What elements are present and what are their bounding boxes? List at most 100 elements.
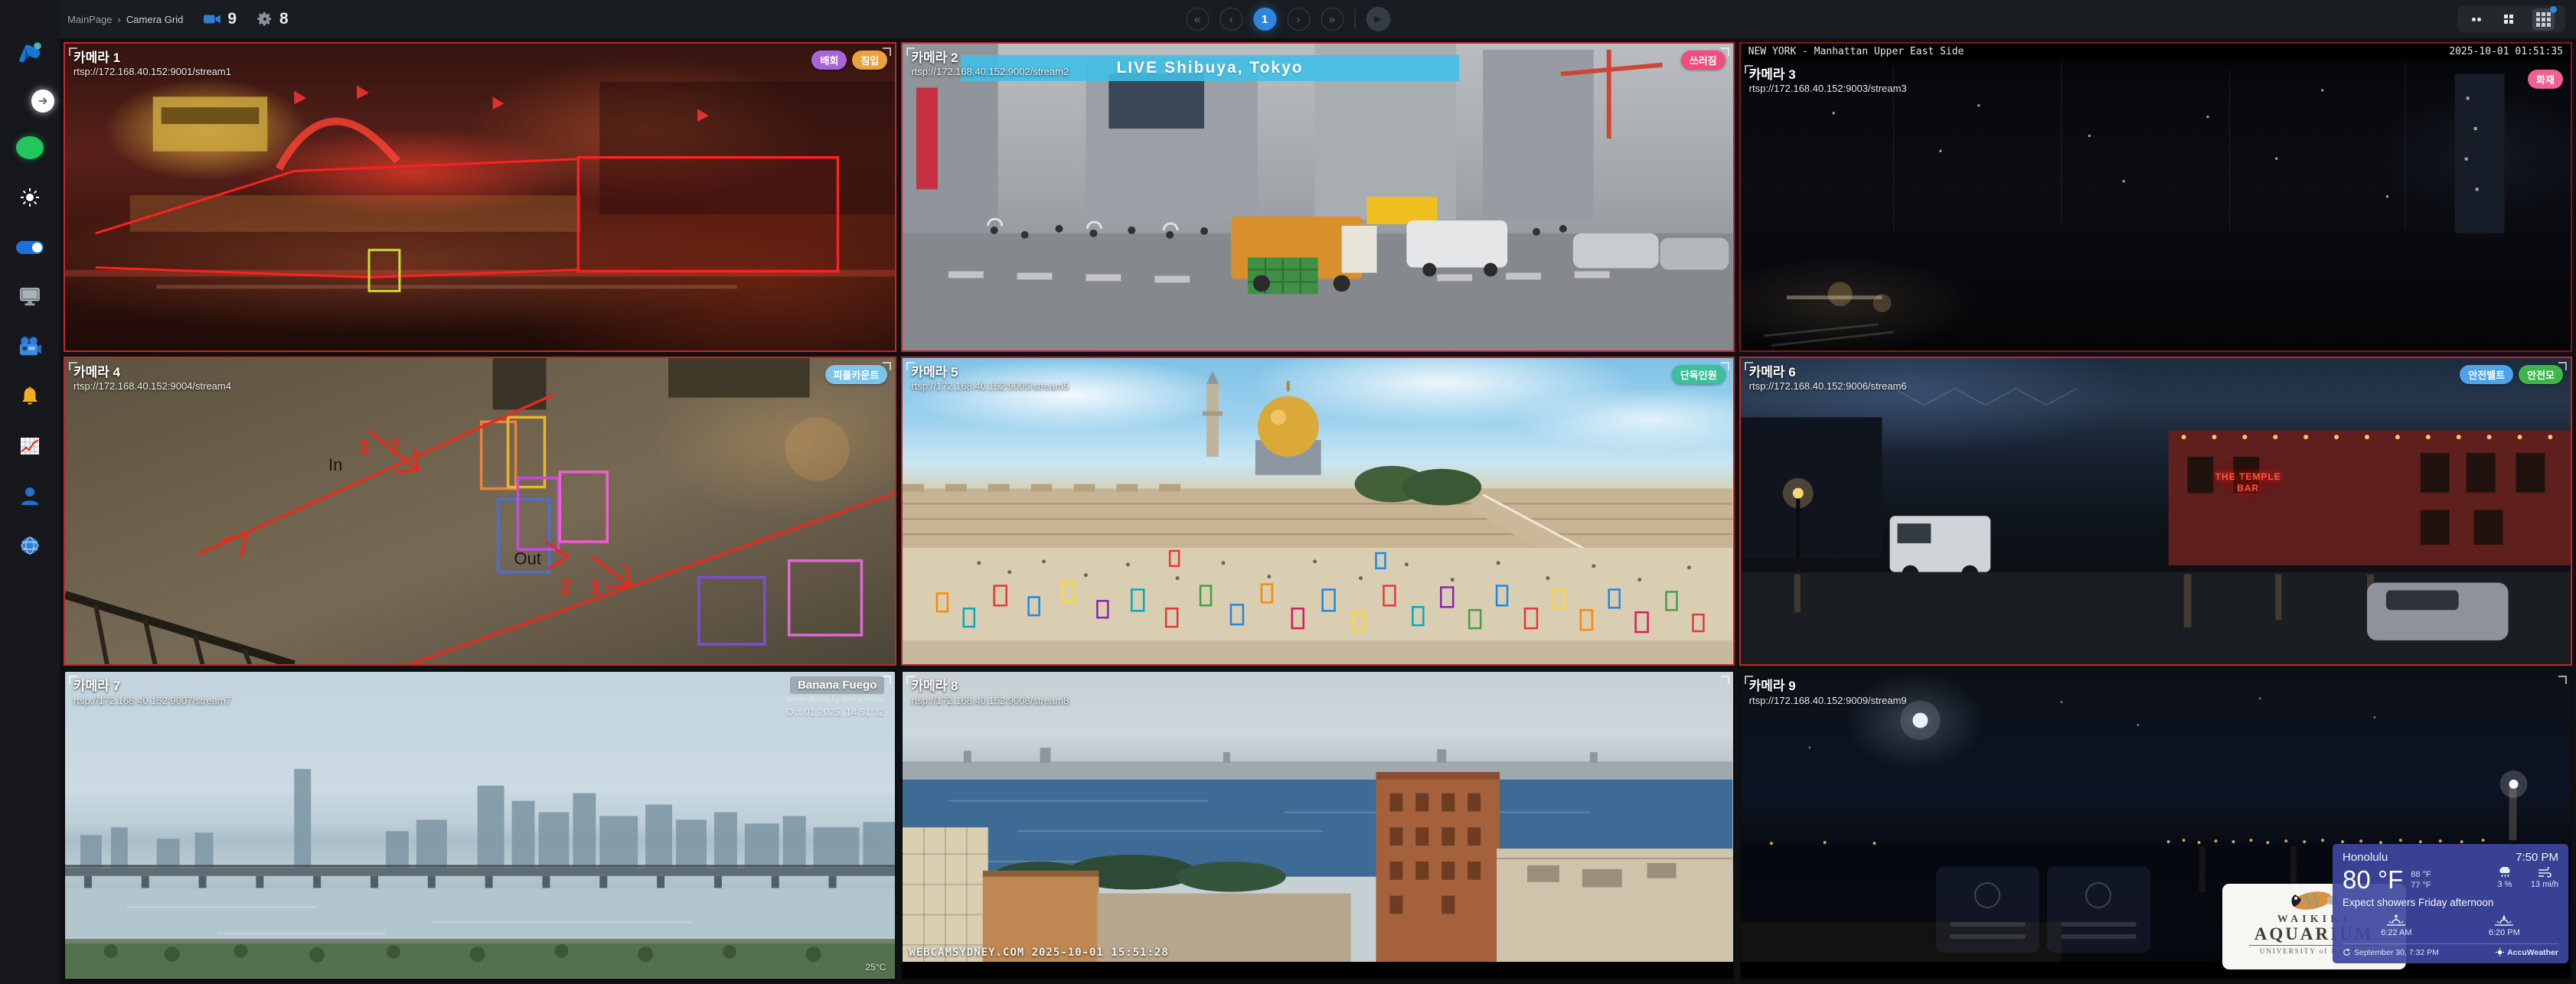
sidebar-item-analytics[interactable] bbox=[15, 432, 44, 461]
movie-camera-icon bbox=[18, 336, 42, 357]
weather-updated: September 30, 7:32 PM bbox=[2354, 948, 2439, 957]
pagination-page-1[interactable]: 1 bbox=[1253, 8, 1276, 31]
temperature-overlay: 25°C bbox=[866, 962, 886, 973]
sidebar-item-network[interactable] bbox=[15, 531, 44, 560]
badge-people-count: 피플카운트 bbox=[825, 365, 888, 384]
camera-2-header: 카메라 2 rtsp://172.168.40.152:9002/stream2 bbox=[911, 50, 1069, 77]
stream-subtitle: StreamBeats by Harris Heller bbox=[785, 696, 884, 704]
pagination-autoplay-button[interactable]: ▶ bbox=[1366, 7, 1390, 31]
camera-1-header: 카메라 1 rtsp://172.168.40.152:9001/stream1 bbox=[73, 50, 231, 77]
camera-name: 카메라 7 bbox=[73, 678, 231, 694]
weather-high: 88 °F bbox=[2411, 870, 2431, 879]
camera-6-annotations bbox=[1741, 358, 2571, 665]
layout-2x2-button[interactable] bbox=[2500, 11, 2517, 28]
breadcrumb-separator: › bbox=[118, 14, 121, 25]
sidebar-item-monitor[interactable] bbox=[15, 282, 44, 311]
camera-3-header: 카메라 3 rtsp://172.168.40.152:9003/stream3 bbox=[1749, 67, 1907, 94]
corner-mark bbox=[1721, 676, 1729, 684]
breadcrumb-current: Camera Grid bbox=[126, 14, 183, 25]
video-camera-icon bbox=[203, 11, 221, 27]
webcam-watermark: WEBCAMSYDNEY.COM 2025-10-01 15:51:28 bbox=[909, 947, 1168, 959]
camera-name: 카메라 1 bbox=[73, 50, 231, 66]
weather-source: AccuWeather bbox=[2507, 948, 2558, 957]
sidebar-item-users[interactable] bbox=[15, 481, 44, 510]
camera-tile-8[interactable]: WEBCAMSYDNEY.COM 2025-10-01 15:51:28 카메라… bbox=[901, 670, 1734, 980]
camera-url: rtsp://172.168.40.152:9006/stream6 bbox=[1749, 380, 1907, 392]
badge-fall-detection: 쓰러짐 bbox=[1681, 51, 1725, 70]
badge-loitering: 배회 bbox=[811, 51, 847, 70]
weather-city: Honolulu bbox=[2343, 851, 2388, 864]
camera-9-header: 카메라 9 rtsp://172.168.40.152:9009/stream9 bbox=[1749, 678, 1907, 705]
weather-sunset: 6:20 PM bbox=[2489, 928, 2520, 937]
breadcrumb: MainPage › Camera Grid bbox=[67, 14, 183, 25]
neon-sign: THE TEMPLE BAR bbox=[2214, 471, 2283, 495]
camera-tile-1[interactable]: 카메라 1 rtsp://172.168.40.152:9001/stream1… bbox=[64, 42, 896, 352]
weather-low: 77 °F bbox=[2411, 881, 2431, 890]
toggle-switch-on bbox=[16, 241, 44, 254]
moon-phase-icon bbox=[2085, 882, 2111, 908]
letterbox-bar bbox=[1741, 962, 2571, 979]
wind-icon bbox=[2537, 867, 2552, 878]
camera-tile-2[interactable]: LIVE Shibuya, Tokyo 카메라 2 rtsp://172.168… bbox=[901, 42, 1734, 352]
sidebar-item-alerts[interactable] bbox=[15, 382, 44, 411]
sidebar-expand-button[interactable] bbox=[31, 90, 54, 112]
stream-toggle[interactable] bbox=[15, 233, 44, 262]
camera-tile-9[interactable]: WAIKIKI AQUARIUM UNIVERSITY of HAWAI'I H… bbox=[1739, 670, 2572, 980]
weather-temp: 80 °F bbox=[2343, 867, 2403, 892]
pagination-next-button[interactable]: › bbox=[1287, 8, 1310, 31]
camera-5-annotations bbox=[903, 358, 1732, 665]
pagination-last-button[interactable]: » bbox=[1321, 8, 1344, 31]
camera-4-header: 카메라 4 rtsp://172.168.40.152:9004/stream4 bbox=[73, 364, 231, 392]
pagination-prev-button[interactable]: ‹ bbox=[1219, 8, 1242, 31]
osd-timestamp: 2025-10-01 01:51:35 bbox=[2449, 46, 2563, 57]
camera-tile-7[interactable]: Banana Fuego StreamBeats by Harris Helle… bbox=[64, 670, 896, 980]
weather-precip: 3 % bbox=[2497, 880, 2512, 889]
corner-mark bbox=[2558, 676, 2567, 684]
layout-1x2-button[interactable] bbox=[2468, 14, 2485, 25]
camera-name: 카메라 3 bbox=[1749, 67, 1907, 83]
letterbox-bar bbox=[903, 962, 1732, 979]
sun-icon bbox=[20, 187, 40, 207]
layout-3x3-button[interactable] bbox=[2532, 8, 2555, 31]
pagination: « ‹ 1 › » ▶ bbox=[1186, 0, 1390, 38]
weather-sunrise: 6:22 AM bbox=[2381, 928, 2411, 937]
camera-3-osd: NEW YORK - Manhattan Upper East Side 202… bbox=[1741, 44, 2571, 60]
stream-title: Banana Fuego bbox=[790, 676, 884, 694]
camera-url: rtsp://172.168.40.152:9007/stream7 bbox=[73, 695, 231, 706]
sunset-icon bbox=[2494, 914, 2514, 926]
camera-name: 카메라 6 bbox=[1749, 364, 1907, 380]
rain-icon bbox=[2497, 867, 2512, 878]
camera-url: rtsp://172.168.40.152:9009/stream9 bbox=[1749, 695, 1907, 706]
weather-local-time: 7:50 PM bbox=[2516, 851, 2558, 864]
monitor-icon bbox=[18, 286, 41, 308]
camera-tile-5[interactable]: 카메라 5 rtsp://172.168.40.152:9005/stream5… bbox=[901, 357, 1734, 666]
faint-overlay-widget-2 bbox=[2047, 867, 2150, 953]
camera-url: rtsp://172.168.40.152:9002/stream2 bbox=[911, 66, 1069, 77]
camera-url: rtsp://172.168.40.152:9003/stream3 bbox=[1749, 83, 1907, 94]
theme-toggle-button[interactable] bbox=[15, 183, 44, 212]
camera-tile-6[interactable]: THE TEMPLE BAR 카메라 6 rtsp://172.168.40.1… bbox=[1739, 357, 2572, 666]
weather-wind: 13 mi/h bbox=[2531, 880, 2558, 889]
count-in-label: In bbox=[328, 455, 342, 474]
camera-url: rtsp://172.168.40.152:9008/stream8 bbox=[911, 695, 1069, 706]
camera-tile-4[interactable]: In 1 7 Out 2 1 카메라 4 rtsp://172.168.40.1… bbox=[64, 357, 896, 666]
pagination-first-button[interactable]: « bbox=[1186, 8, 1209, 31]
camera-name: 카메라 9 bbox=[1749, 678, 1907, 694]
weather-widget: Honolulu 7:50 PM 80 °F 88 °F 77 °F 3 % 1… bbox=[2333, 844, 2568, 963]
camera-7-header: 카메라 7 rtsp://172.168.40.152:9007/stream7 bbox=[73, 678, 231, 705]
camera-1-annotations bbox=[65, 44, 895, 350]
badge-solo-person: 단독인원 bbox=[1672, 365, 1725, 384]
app-logo[interactable] bbox=[15, 40, 44, 69]
badge-fire: 화재 bbox=[2528, 70, 2563, 89]
sunrise-icon bbox=[2386, 914, 2406, 926]
faint-overlay-widget-1 bbox=[1936, 867, 2039, 953]
breadcrumb-root[interactable]: MainPage bbox=[67, 14, 113, 25]
bell-icon bbox=[19, 386, 41, 407]
camera-name: 카메라 4 bbox=[73, 364, 231, 380]
sidebar-item-cameras[interactable] bbox=[15, 332, 44, 361]
camera-4-annotations: In 1 7 Out 2 1 bbox=[65, 358, 895, 665]
gear-icon bbox=[256, 11, 273, 28]
camera-tile-3[interactable]: NEW YORK - Manhattan Upper East Side 202… bbox=[1739, 42, 2572, 352]
badge-helmet: 안전모 bbox=[2519, 365, 2563, 384]
pagination-divider bbox=[1354, 9, 1355, 29]
